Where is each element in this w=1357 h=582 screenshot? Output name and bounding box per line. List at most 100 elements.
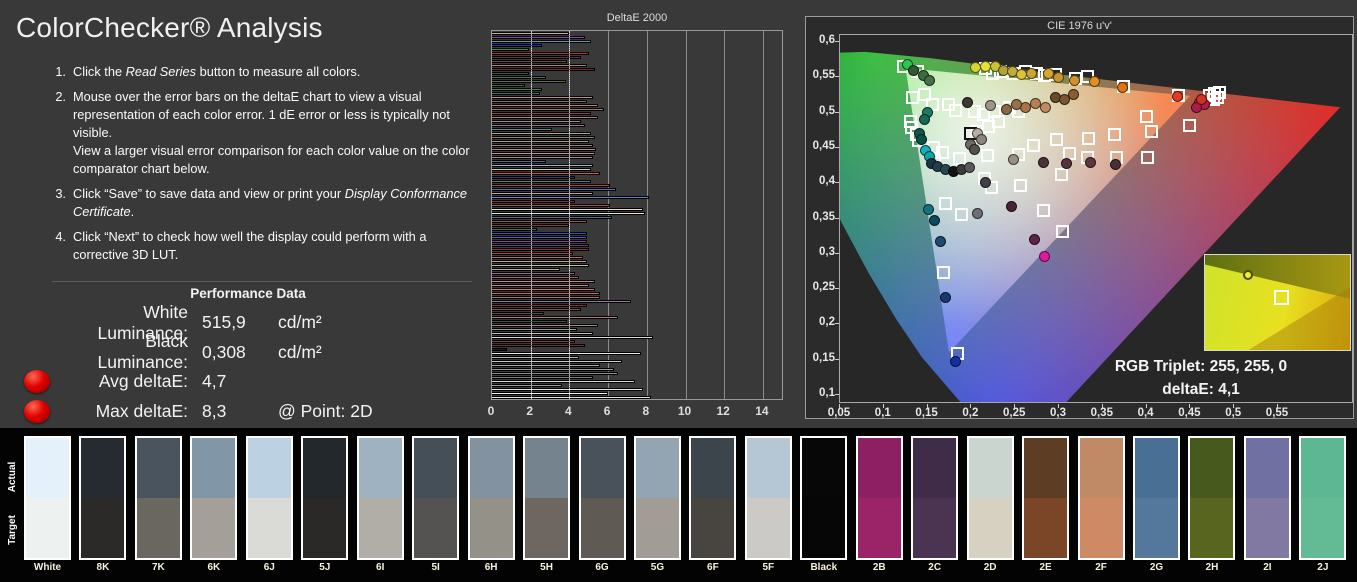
swatch-actual	[81, 438, 125, 498]
error-bar[interactable]	[492, 336, 653, 339]
target-marker	[906, 90, 920, 104]
error-bar[interactable]	[492, 288, 595, 291]
error-bar[interactable]	[492, 264, 589, 267]
error-bar[interactable]	[492, 240, 587, 243]
error-bar[interactable]	[492, 284, 589, 287]
target-marker	[939, 197, 953, 211]
error-bar[interactable]	[492, 56, 581, 59]
error-bar[interactable]	[492, 276, 580, 279]
error-bar[interactable]	[492, 388, 643, 391]
error-bar[interactable]	[492, 280, 595, 283]
error-bar[interactable]	[492, 352, 641, 355]
error-bar[interactable]	[492, 100, 587, 103]
error-bar[interactable]	[492, 92, 541, 95]
error-bar[interactable]	[492, 392, 609, 395]
error-bar[interactable]	[492, 376, 593, 379]
error-bar[interactable]	[492, 200, 576, 203]
error-bar[interactable]	[492, 308, 581, 311]
error-bar[interactable]	[492, 312, 545, 315]
error-bar[interactable]	[492, 204, 611, 207]
error-bar[interactable]	[492, 364, 601, 367]
swatch-actual	[1245, 438, 1289, 498]
error-bar[interactable]	[492, 236, 587, 239]
error-bar[interactable]	[492, 300, 632, 303]
error-bar[interactable]	[492, 36, 585, 39]
swatch-actual	[358, 438, 402, 498]
error-bar[interactable]	[492, 144, 593, 147]
error-bar[interactable]	[492, 316, 618, 319]
error-bar[interactable]	[492, 252, 574, 255]
error-bar[interactable]	[492, 164, 593, 167]
error-bar[interactable]	[492, 396, 651, 399]
error-bar[interactable]	[492, 160, 547, 163]
error-bar[interactable]	[492, 136, 595, 139]
error-bar[interactable]	[492, 76, 547, 79]
error-bar[interactable]	[492, 108, 605, 111]
instruction-number: 4.	[55, 229, 66, 244]
performance-unit: cd/m²	[278, 312, 322, 333]
error-bar[interactable]	[492, 360, 622, 363]
error-bar[interactable]	[492, 72, 529, 75]
error-bar[interactable]	[492, 152, 595, 155]
instruction-item: 2. Mouse over the error bars on the delta…	[48, 88, 476, 178]
error-bar[interactable]	[492, 124, 585, 127]
error-bar[interactable]	[492, 208, 643, 211]
error-bar[interactable]	[492, 52, 589, 55]
measured-marker	[962, 96, 974, 108]
error-bar[interactable]	[492, 296, 601, 299]
error-bar[interactable]	[492, 104, 599, 107]
error-bar[interactable]	[492, 340, 576, 343]
error-bar[interactable]	[492, 40, 591, 43]
error-bar[interactable]	[492, 116, 599, 119]
error-bar[interactable]	[492, 156, 593, 159]
error-bar[interactable]	[492, 356, 580, 359]
error-bar[interactable]	[492, 368, 614, 371]
error-bar[interactable]	[492, 272, 576, 275]
error-bar[interactable]	[492, 88, 543, 91]
error-bar[interactable]	[492, 172, 601, 175]
error-bar[interactable]	[492, 244, 589, 247]
error-bar[interactable]	[492, 44, 543, 47]
error-bar[interactable]	[492, 132, 591, 135]
error-bar[interactable]	[492, 332, 593, 335]
error-bar[interactable]	[492, 140, 589, 143]
error-bar[interactable]	[492, 168, 591, 171]
error-bar[interactable]	[492, 380, 636, 383]
error-bar[interactable]	[492, 48, 529, 51]
error-bar[interactable]	[492, 84, 525, 87]
error-bar[interactable]	[492, 372, 618, 375]
error-bar[interactable]	[492, 112, 591, 115]
error-bar[interactable]	[492, 344, 585, 347]
y-axis-tick	[835, 111, 839, 113]
error-bar[interactable]	[492, 120, 581, 123]
error-bar[interactable]	[492, 260, 587, 263]
measured-marker	[1109, 158, 1121, 170]
error-bar[interactable]	[492, 176, 576, 179]
error-bar[interactable]	[492, 248, 589, 251]
left-panel: ColorChecker® Analysis 1. Click the Read …	[0, 0, 490, 428]
error-bar[interactable]	[492, 180, 591, 183]
error-bar[interactable]	[492, 188, 616, 191]
error-bar[interactable]	[492, 192, 593, 195]
error-bar[interactable]	[492, 268, 560, 271]
divider	[52, 281, 472, 282]
error-bar[interactable]	[492, 184, 611, 187]
error-bar[interactable]	[492, 128, 552, 131]
error-bar[interactable]	[492, 64, 587, 67]
error-bar[interactable]	[492, 68, 595, 71]
error-bar[interactable]	[492, 304, 587, 307]
error-bar[interactable]	[492, 324, 599, 327]
status-cell	[0, 399, 50, 423]
error-bar[interactable]	[492, 232, 587, 235]
error-bar[interactable]	[492, 80, 566, 83]
comparator-swatch	[24, 436, 71, 560]
error-bar[interactable]	[492, 292, 601, 295]
error-bar[interactable]	[492, 220, 587, 223]
error-bar[interactable]	[492, 216, 612, 219]
error-bar[interactable]	[492, 384, 562, 387]
swatch-actual	[691, 438, 735, 498]
error-bar[interactable]	[492, 328, 578, 331]
error-bar[interactable]	[492, 148, 597, 151]
error-bar[interactable]	[492, 348, 508, 351]
error-bar[interactable]	[492, 96, 593, 99]
